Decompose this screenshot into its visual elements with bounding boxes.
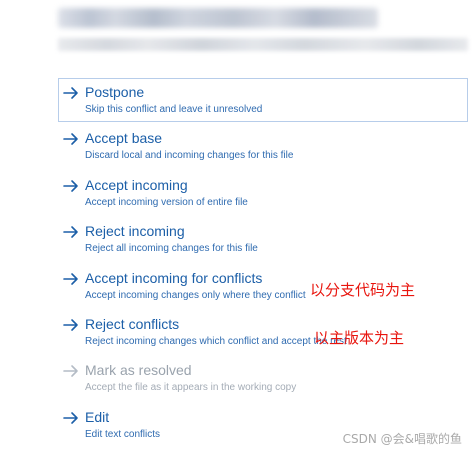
option-description: Skip this conflict and leave it unresolv… bbox=[85, 104, 263, 115]
arrow-right-icon bbox=[63, 319, 78, 331]
arrow-right-icon bbox=[63, 87, 78, 99]
option-description: Accept the file as it appears in the wor… bbox=[85, 382, 297, 394]
annotation-branch-code-note: 以分支代码为主 bbox=[310, 281, 416, 299]
option-title: Postpone bbox=[85, 84, 145, 100]
option-reject-conflicts[interactable]: Reject conflicts Reject incoming changes… bbox=[58, 310, 468, 354]
option-accept-incoming[interactable]: Accept incoming Accept incoming version … bbox=[58, 171, 468, 215]
option-title: Edit bbox=[85, 408, 110, 425]
conflict-resolution-dialog: Postpone Skip this conflict and leave it… bbox=[0, 0, 474, 455]
annotation-main-version-note: 以主版本为主 bbox=[314, 329, 405, 347]
arrow-right-icon bbox=[63, 411, 78, 424]
option-title: Accept base bbox=[85, 130, 163, 147]
arrow-right-icon bbox=[63, 365, 78, 378]
arrow-right-icon bbox=[63, 226, 78, 238]
option-description: Discard local and incoming changes for t… bbox=[85, 150, 294, 162]
arrow-right-icon bbox=[63, 179, 78, 192]
arrow-right-icon bbox=[63, 272, 78, 285]
option-accept-base[interactable]: Accept base Discard local and incoming c… bbox=[58, 124, 468, 168]
watermark: CSDN @会&唱歌的鱼 bbox=[342, 432, 462, 446]
blurred-dialog-title bbox=[58, 8, 378, 28]
option-title: Mark as resolved bbox=[85, 362, 192, 379]
option-description: Reject all incoming changes for this fil… bbox=[85, 243, 258, 255]
resolution-options-list: Postpone Skip this conflict and leave it… bbox=[58, 78, 468, 449]
option-description: Accept incoming version of entire file bbox=[85, 196, 248, 208]
option-title: Reject incoming bbox=[85, 223, 185, 240]
option-postpone[interactable]: Postpone Skip this conflict and leave it… bbox=[58, 78, 468, 122]
blurred-dialog-description bbox=[58, 38, 468, 51]
arrow-right-icon bbox=[63, 133, 78, 146]
option-reject-incoming[interactable]: Reject incoming Reject all incoming chan… bbox=[58, 217, 468, 261]
option-description: Reject incoming changes which conflict a… bbox=[85, 335, 347, 347]
option-mark-as-resolved: Mark as resolved Accept the file as it a… bbox=[58, 356, 468, 400]
option-title: Accept incoming bbox=[85, 176, 188, 193]
option-title: Reject conflicts bbox=[85, 315, 180, 332]
